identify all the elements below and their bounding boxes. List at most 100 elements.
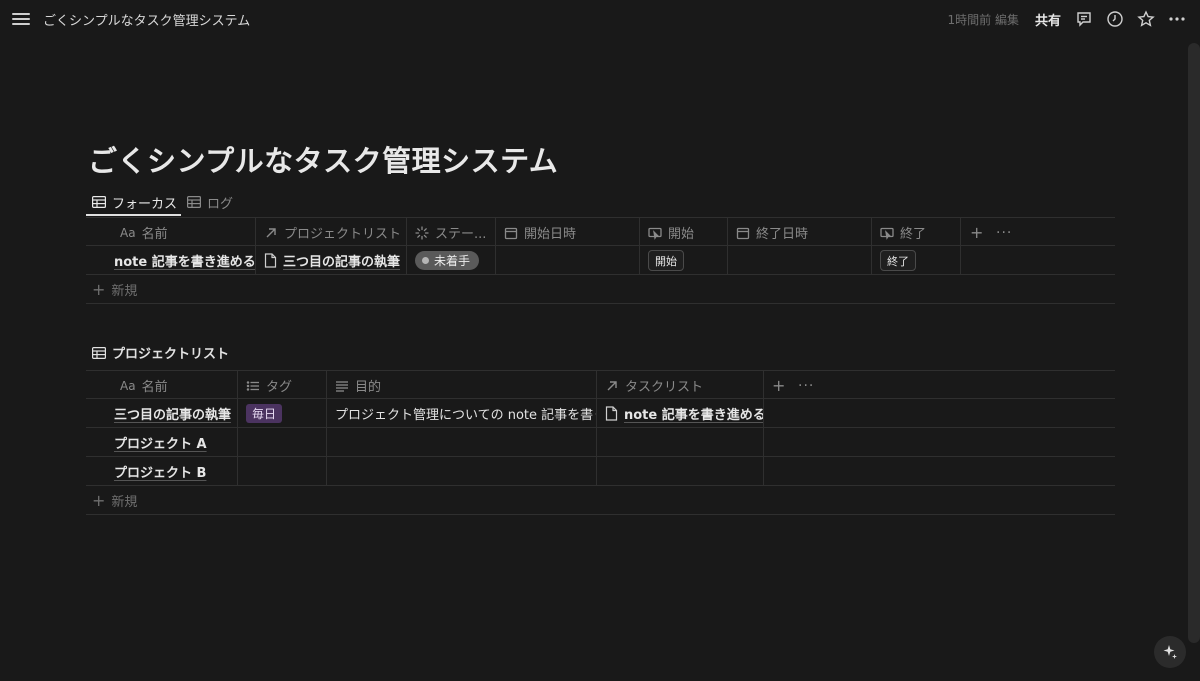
star-icon[interactable] bbox=[1137, 10, 1155, 28]
table-icon bbox=[92, 346, 106, 359]
top-bar: ごくシンプルなタスク管理システム 1時間前 編集 共有 bbox=[0, 0, 1200, 40]
relation-label: 三つ目の記事の執筆 bbox=[283, 255, 401, 270]
column-header-tasks[interactable]: タスクリスト bbox=[597, 371, 764, 400]
column-header-label: 名前 bbox=[141, 227, 168, 242]
add-column-icon[interactable]: + bbox=[970, 218, 983, 247]
goal-cell[interactable]: プロジェクト管理についての note 記事を書く bbox=[327, 399, 597, 428]
column-header-end-date[interactable]: 終了日時 bbox=[728, 218, 872, 247]
tab-label: ログ bbox=[207, 196, 234, 212]
ai-sparkle-button[interactable] bbox=[1154, 636, 1186, 668]
task-relation-cell[interactable]: note 記事を書き進める bbox=[597, 399, 764, 428]
add-column-icon[interactable]: + bbox=[772, 371, 785, 400]
start-button[interactable]: 開始 bbox=[648, 250, 684, 271]
relation-label: note 記事を書き進める bbox=[624, 408, 764, 423]
share-button[interactable]: 共有 bbox=[1035, 10, 1061, 29]
task-relation-cell[interactable] bbox=[597, 457, 764, 486]
tab-log[interactable]: ログ bbox=[187, 188, 233, 216]
status-dot-icon bbox=[422, 257, 429, 264]
status-label: 未着手 bbox=[434, 254, 471, 268]
status-badge: 未着手 bbox=[415, 251, 480, 270]
column-header-label: 終了 bbox=[900, 227, 927, 242]
calendar-icon bbox=[504, 226, 518, 240]
column-header-project[interactable]: プロジェクトリスト bbox=[256, 218, 407, 247]
column-header-end[interactable]: 終了 bbox=[872, 218, 961, 247]
tab-label: フォーカス bbox=[112, 196, 178, 212]
table-row[interactable]: プロジェクト A bbox=[86, 428, 1115, 457]
tab-focus[interactable]: フォーカス bbox=[92, 188, 177, 216]
project-table: Aa 名前 タグ 目的 タスクリスト + ··· 三つ目の記事の執筆 毎日 プロ… bbox=[86, 370, 1115, 515]
scrollbar[interactable] bbox=[1188, 43, 1200, 643]
plus-icon: + bbox=[92, 279, 106, 299]
column-header-label: 終了日時 bbox=[756, 227, 809, 242]
column-header-label: プロジェクトリスト bbox=[284, 227, 402, 242]
column-header-status[interactable]: ステー... bbox=[407, 218, 496, 247]
goal-text: プロジェクト管理についての note 記事を書く bbox=[335, 408, 597, 423]
button-cursor-icon bbox=[648, 226, 662, 240]
task-name-cell[interactable]: note 記事を書き進める bbox=[86, 246, 256, 275]
start-cell: 開始 bbox=[640, 246, 728, 275]
status-cell[interactable]: 未着手 bbox=[407, 246, 496, 275]
tag-badge: 毎日 bbox=[246, 404, 283, 423]
text-lines-icon bbox=[335, 379, 349, 393]
column-header-label: 開始 bbox=[668, 227, 695, 242]
column-header-start-date[interactable]: 開始日時 bbox=[496, 218, 640, 247]
status-spinner-icon bbox=[415, 225, 429, 240]
project-name[interactable]: 三つ目の記事の執筆 bbox=[114, 404, 231, 423]
task-name[interactable]: note 記事を書き進める bbox=[114, 251, 255, 270]
project-name[interactable]: プロジェクト B bbox=[114, 462, 206, 481]
table-header-row: Aa 名前 タグ 目的 タスクリスト + ··· bbox=[86, 370, 1115, 400]
project-list-heading[interactable]: プロジェクトリスト bbox=[92, 343, 229, 362]
table-row[interactable]: プロジェクト B bbox=[86, 457, 1115, 486]
plus-icon: + bbox=[92, 490, 106, 510]
more-icon[interactable] bbox=[1168, 10, 1186, 28]
project-name-cell[interactable]: プロジェクト A bbox=[86, 428, 238, 457]
relation-arrow-icon bbox=[605, 379, 619, 393]
start-date-cell[interactable] bbox=[496, 246, 640, 275]
clock-icon[interactable] bbox=[1106, 10, 1124, 28]
column-header-start[interactable]: 開始 bbox=[640, 218, 728, 247]
column-header-label: 名前 bbox=[141, 380, 168, 395]
end-button[interactable]: 終了 bbox=[880, 250, 916, 271]
text-type-icon: Aa bbox=[120, 378, 136, 393]
sparkle-icon bbox=[1163, 645, 1177, 659]
button-cursor-icon bbox=[880, 226, 894, 240]
section-title-label: プロジェクトリスト bbox=[112, 347, 230, 362]
breadcrumb[interactable]: ごくシンプルなタスク管理システム bbox=[43, 10, 250, 29]
relation-link[interactable]: 三つ目の記事の執筆 bbox=[256, 251, 400, 270]
end-date-cell[interactable] bbox=[728, 246, 872, 275]
column-header-goal[interactable]: 目的 bbox=[327, 371, 597, 400]
tag-cell[interactable]: 毎日 bbox=[238, 399, 327, 428]
project-name-cell[interactable]: プロジェクト B bbox=[86, 457, 238, 486]
goal-cell[interactable] bbox=[327, 428, 597, 457]
project-relation-cell[interactable]: 三つ目の記事の執筆 bbox=[256, 246, 407, 275]
active-tab-indicator bbox=[86, 214, 181, 216]
more-options-icon[interactable]: ··· bbox=[798, 371, 814, 400]
task-relation-cell[interactable] bbox=[597, 428, 764, 457]
column-header-label: タグ bbox=[266, 380, 293, 395]
last-edited-text: 1時間前 編集 bbox=[947, 13, 1019, 27]
table-row[interactable]: note 記事を書き進める 三つ目の記事の執筆 未着手 開始 終了 bbox=[86, 246, 1115, 275]
more-options-icon[interactable]: ··· bbox=[996, 218, 1012, 247]
column-header-name[interactable]: Aa 名前 bbox=[86, 371, 238, 400]
page-icon bbox=[264, 253, 277, 268]
column-header-label: 開始日時 bbox=[524, 227, 577, 242]
column-header-name[interactable]: Aa 名前 bbox=[86, 218, 256, 247]
project-name[interactable]: プロジェクト A bbox=[114, 433, 207, 452]
project-name-cell[interactable]: 三つ目の記事の執筆 bbox=[86, 399, 238, 428]
menu-icon[interactable] bbox=[12, 10, 30, 28]
end-cell: 終了 bbox=[872, 246, 961, 275]
column-header-tag[interactable]: タグ bbox=[238, 371, 327, 400]
table-row[interactable]: 三つ目の記事の執筆 毎日 プロジェクト管理についての note 記事を書く no… bbox=[86, 399, 1115, 428]
text-type-icon: Aa bbox=[120, 225, 136, 240]
calendar-icon bbox=[736, 226, 750, 240]
goal-cell[interactable] bbox=[327, 457, 597, 486]
tag-cell[interactable] bbox=[238, 457, 327, 486]
tag-cell[interactable] bbox=[238, 428, 327, 457]
comment-icon[interactable] bbox=[1075, 10, 1093, 28]
new-row-button[interactable]: + 新規 bbox=[86, 275, 1115, 304]
page-title[interactable]: ごくシンプルなタスク管理システム bbox=[88, 138, 558, 180]
relation-link[interactable]: note 記事を書き進める bbox=[597, 404, 764, 423]
column-header-label: ステー... bbox=[435, 227, 487, 242]
column-header-label: 目的 bbox=[355, 380, 382, 395]
new-row-button[interactable]: + 新規 bbox=[86, 486, 1115, 515]
